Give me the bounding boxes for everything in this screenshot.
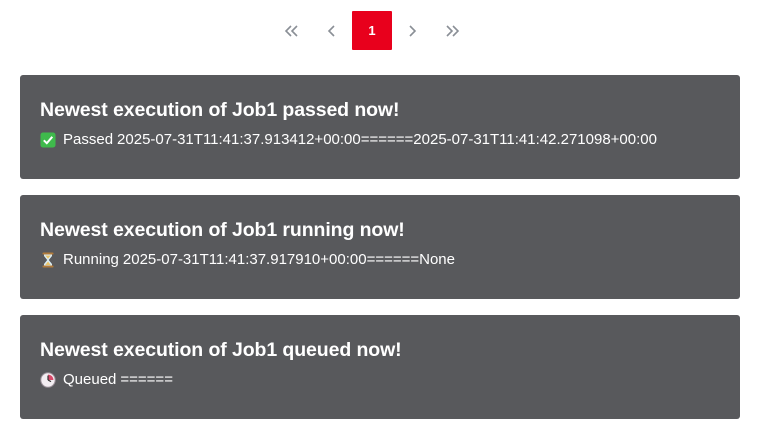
previous-page-button[interactable] bbox=[312, 11, 352, 50]
page: 1 Newest execution of Job1 passed now! P… bbox=[0, 0, 776, 441]
execution-title: Newest execution of Job1 queued now! bbox=[40, 339, 402, 361]
hourglass-icon bbox=[40, 252, 56, 268]
first-page-button[interactable] bbox=[272, 11, 312, 50]
clock-icon bbox=[40, 372, 56, 388]
pagination: 1 bbox=[272, 11, 472, 50]
double-chevron-right-icon bbox=[444, 24, 460, 38]
execution-card-running: Newest execution of Job1 running now! Ru… bbox=[20, 195, 740, 299]
execution-card-passed: Newest execution of Job1 passed now! Pas… bbox=[20, 75, 740, 179]
execution-title: Newest execution of Job1 passed now! bbox=[40, 99, 400, 121]
status-label: Running bbox=[63, 251, 119, 268]
status-label: Passed bbox=[63, 131, 114, 148]
execution-status: Queued ====== bbox=[40, 370, 720, 390]
status-detail: ====== bbox=[120, 371, 173, 388]
page-1-button[interactable]: 1 bbox=[352, 11, 392, 50]
execution-card-queued: Newest execution of Job1 queued now! Que… bbox=[20, 315, 740, 419]
status-label: Queued bbox=[63, 371, 117, 388]
check-mark-icon bbox=[40, 132, 56, 148]
double-chevron-left-icon bbox=[284, 24, 300, 38]
chevron-left-icon bbox=[327, 24, 337, 38]
last-page-button[interactable] bbox=[432, 11, 472, 50]
chevron-right-icon bbox=[407, 24, 417, 38]
execution-status: Running 2025-07-31T11:41:37.917910+00:00… bbox=[40, 250, 720, 270]
execution-status: Passed 2025-07-31T11:41:37.913412+00:00=… bbox=[40, 130, 720, 150]
next-page-button[interactable] bbox=[392, 11, 432, 50]
execution-list: Newest execution of Job1 passed now! Pas… bbox=[20, 75, 740, 435]
status-detail: 2025-07-31T11:41:37.917910+00:00======No… bbox=[122, 251, 455, 268]
execution-title: Newest execution of Job1 running now! bbox=[40, 219, 405, 241]
status-detail: 2025-07-31T11:41:37.913412+00:00======20… bbox=[117, 131, 657, 148]
